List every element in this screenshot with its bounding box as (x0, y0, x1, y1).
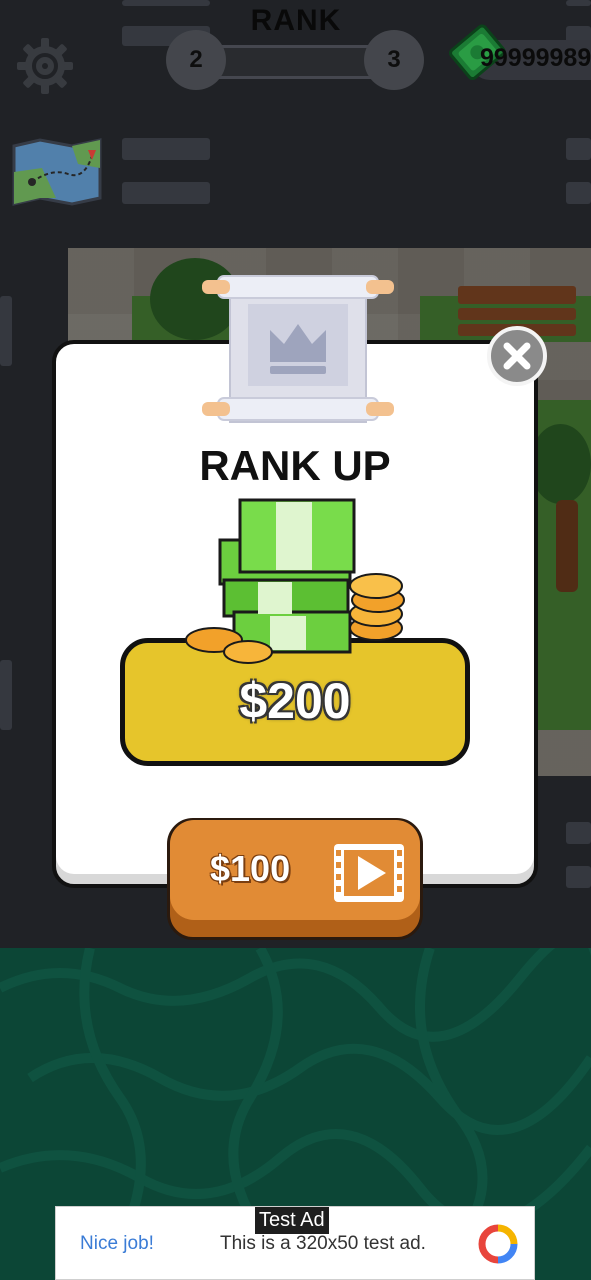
test-ad-label: Test Ad (255, 1207, 329, 1234)
watch-ad-button-label: $100 (210, 848, 291, 889)
close-button[interactable] (487, 326, 547, 386)
scroll-crown-icon (202, 275, 394, 423)
ad-description[interactable]: This is a 320x50 test ad. (220, 1233, 426, 1255)
close-icon (503, 342, 531, 370)
video-play-icon (334, 844, 404, 902)
reward-amount: $200 (239, 673, 351, 729)
modal-title: RANK UP (199, 442, 391, 489)
ad-headline[interactable]: Nice job! (80, 1233, 154, 1255)
ad-logo-icon[interactable] (478, 1224, 518, 1264)
money-stack-icon (185, 498, 405, 664)
